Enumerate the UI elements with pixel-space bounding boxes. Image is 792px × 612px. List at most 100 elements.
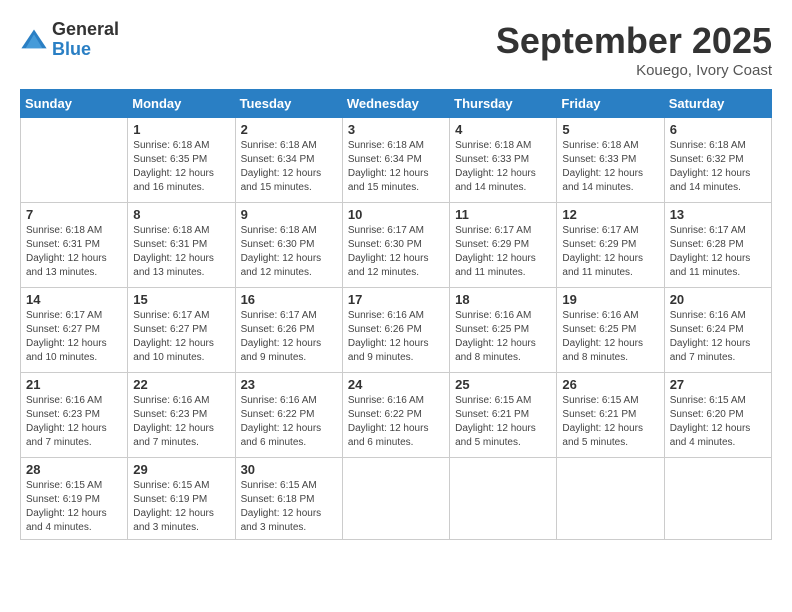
day-number: 19 (562, 292, 658, 307)
week-row-3: 14 Sunrise: 6:17 AMSunset: 6:27 PMDayligh… (21, 288, 772, 373)
day-number: 23 (241, 377, 337, 392)
month-title: September 2025 (496, 20, 772, 62)
day-number: 6 (670, 122, 766, 137)
calendar-cell: 21 Sunrise: 6:16 AMSunset: 6:23 PMDayligh… (21, 373, 128, 458)
day-info: Sunrise: 6:18 AMSunset: 6:34 PMDaylight:… (241, 139, 337, 195)
day-info: Sunrise: 6:15 AMSunset: 6:18 PMDaylight:… (241, 479, 337, 535)
day-info: Sunrise: 6:16 AMSunset: 6:23 PMDaylight:… (26, 394, 122, 450)
calendar-cell: 1 Sunrise: 6:18 AMSunset: 6:35 PMDaylight… (128, 118, 235, 203)
calendar-cell: 16Sunrise: 6:17 AMSunset: 6:26 PMDayligh… (235, 288, 342, 373)
day-number: 26 (562, 377, 658, 392)
day-number: 24 (348, 377, 444, 392)
calendar-cell: 18Sunrise: 6:16 AMSunset: 6:25 PMDayligh… (450, 288, 557, 373)
calendar-cell: 7 Sunrise: 6:18 AMSunset: 6:31 PMDaylight… (21, 203, 128, 288)
day-number: 18 (455, 292, 551, 307)
day-number: 21 (26, 377, 122, 392)
calendar-cell: 17Sunrise: 6:16 AMSunset: 6:26 PMDayligh… (342, 288, 449, 373)
day-info: Sunrise: 6:18 AMSunset: 6:31 PMDaylight:… (133, 224, 229, 280)
calendar-cell: 19 Sunrise: 6:16 AMSunset: 6:25 PMDayligh… (557, 288, 664, 373)
day-info: Sunrise: 6:15 AMSunset: 6:20 PMDaylight:… (670, 394, 766, 450)
day-number: 27 (670, 377, 766, 392)
day-info: Sunrise: 6:18 AMSunset: 6:31 PMDaylight:… (26, 224, 122, 280)
week-row-1: 1 Sunrise: 6:18 AMSunset: 6:35 PMDaylight… (21, 118, 772, 203)
day-info: Sunrise: 6:17 AMSunset: 6:27 PMDaylight:… (26, 309, 122, 365)
day-info: Sunrise: 6:16 AMSunset: 6:22 PMDaylight:… (241, 394, 337, 450)
weekday-header-tuesday: Tuesday (235, 90, 342, 118)
calendar-cell: 6Sunrise: 6:18 AMSunset: 6:32 PMDaylight… (664, 118, 771, 203)
weekday-header-wednesday: Wednesday (342, 90, 449, 118)
calendar-cell (21, 118, 128, 203)
calendar-cell: 8 Sunrise: 6:18 AMSunset: 6:31 PMDaylight… (128, 203, 235, 288)
calendar-cell: 2 Sunrise: 6:18 AMSunset: 6:34 PMDaylight… (235, 118, 342, 203)
location: Kouego, Ivory Coast (496, 62, 772, 79)
calendar-cell: 29 Sunrise: 6:15 AMSunset: 6:19 PMDayligh… (128, 458, 235, 540)
day-number: 12 (562, 207, 658, 222)
calendar-cell (557, 458, 664, 540)
day-info: Sunrise: 6:15 AMSunset: 6:19 PMDaylight:… (133, 479, 229, 535)
day-number: 7 (26, 207, 122, 222)
day-info: Sunrise: 6:16 AMSunset: 6:25 PMDaylight:… (562, 309, 658, 365)
calendar-cell: 5 Sunrise: 6:18 AMSunset: 6:33 PMDaylight… (557, 118, 664, 203)
day-number: 13 (670, 207, 766, 222)
day-info: Sunrise: 6:15 AMSunset: 6:19 PMDaylight:… (26, 479, 122, 535)
day-info: Sunrise: 6:17 AMSunset: 6:29 PMDaylight:… (562, 224, 658, 280)
day-info: Sunrise: 6:17 AMSunset: 6:28 PMDaylight:… (670, 224, 766, 280)
calendar-cell: 22Sunrise: 6:16 AMSunset: 6:23 PMDayligh… (128, 373, 235, 458)
weekday-header-friday: Friday (557, 90, 664, 118)
calendar-cell: 10Sunrise: 6:17 AMSunset: 6:30 PMDayligh… (342, 203, 449, 288)
day-number: 3 (348, 122, 444, 137)
day-number: 14 (26, 292, 122, 307)
weekday-header-thursday: Thursday (450, 90, 557, 118)
week-row-5: 28 Sunrise: 6:15 AMSunset: 6:19 PMDayligh… (21, 458, 772, 540)
title-block: September 2025 Kouego, Ivory Coast (496, 20, 772, 79)
day-number: 2 (241, 122, 337, 137)
week-row-2: 7 Sunrise: 6:18 AMSunset: 6:31 PMDaylight… (21, 203, 772, 288)
calendar-cell (450, 458, 557, 540)
calendar-cell: 24 Sunrise: 6:16 AMSunset: 6:22 PMDayligh… (342, 373, 449, 458)
day-number: 8 (133, 207, 229, 222)
calendar-cell: 15 Sunrise: 6:17 AMSunset: 6:27 PMDayligh… (128, 288, 235, 373)
day-number: 28 (26, 462, 122, 477)
calendar-cell: 4Sunrise: 6:18 AMSunset: 6:33 PMDaylight… (450, 118, 557, 203)
day-info: Sunrise: 6:16 AMSunset: 6:26 PMDaylight:… (348, 309, 444, 365)
day-number: 15 (133, 292, 229, 307)
logo-text: General Blue (52, 20, 119, 60)
calendar-cell: 25 Sunrise: 6:15 AMSunset: 6:21 PMDayligh… (450, 373, 557, 458)
day-number: 25 (455, 377, 551, 392)
day-number: 22 (133, 377, 229, 392)
calendar-cell: 27 Sunrise: 6:15 AMSunset: 6:20 PMDayligh… (664, 373, 771, 458)
day-info: Sunrise: 6:18 AMSunset: 6:30 PMDaylight:… (241, 224, 337, 280)
day-info: Sunrise: 6:16 AMSunset: 6:22 PMDaylight:… (348, 394, 444, 450)
day-info: Sunrise: 6:15 AMSunset: 6:21 PMDaylight:… (562, 394, 658, 450)
page-header: General Blue September 2025 Kouego, Ivor… (20, 20, 772, 79)
calendar-cell (342, 458, 449, 540)
day-number: 1 (133, 122, 229, 137)
logo-line1: General (52, 20, 119, 40)
calendar: SundayMondayTuesdayWednesdayThursdayFrid… (20, 89, 772, 540)
day-number: 5 (562, 122, 658, 137)
weekday-header-monday: Monday (128, 90, 235, 118)
day-number: 9 (241, 207, 337, 222)
week-row-4: 21 Sunrise: 6:16 AMSunset: 6:23 PMDayligh… (21, 373, 772, 458)
calendar-cell: 14 Sunrise: 6:17 AMSunset: 6:27 PMDayligh… (21, 288, 128, 373)
day-info: Sunrise: 6:17 AMSunset: 6:27 PMDaylight:… (133, 309, 229, 365)
calendar-cell (664, 458, 771, 540)
day-info: Sunrise: 6:18 AMSunset: 6:33 PMDaylight:… (562, 139, 658, 195)
weekday-header-row: SundayMondayTuesdayWednesdayThursdayFrid… (21, 90, 772, 118)
calendar-cell: 11Sunrise: 6:17 AMSunset: 6:29 PMDayligh… (450, 203, 557, 288)
calendar-cell: 28 Sunrise: 6:15 AMSunset: 6:19 PMDayligh… (21, 458, 128, 540)
calendar-cell: 30Sunrise: 6:15 AMSunset: 6:18 PMDayligh… (235, 458, 342, 540)
calendar-cell: 23 Sunrise: 6:16 AMSunset: 6:22 PMDayligh… (235, 373, 342, 458)
day-number: 11 (455, 207, 551, 222)
day-number: 29 (133, 462, 229, 477)
calendar-cell: 12 Sunrise: 6:17 AMSunset: 6:29 PMDayligh… (557, 203, 664, 288)
weekday-header-saturday: Saturday (664, 90, 771, 118)
day-number: 20 (670, 292, 766, 307)
day-info: Sunrise: 6:15 AMSunset: 6:21 PMDaylight:… (455, 394, 551, 450)
calendar-cell: 9 Sunrise: 6:18 AMSunset: 6:30 PMDaylight… (235, 203, 342, 288)
day-info: Sunrise: 6:18 AMSunset: 6:35 PMDaylight:… (133, 139, 229, 195)
logo-line2: Blue (52, 40, 119, 60)
day-info: Sunrise: 6:17 AMSunset: 6:30 PMDaylight:… (348, 224, 444, 280)
logo: General Blue (20, 20, 119, 60)
calendar-cell: 3Sunrise: 6:18 AMSunset: 6:34 PMDaylight… (342, 118, 449, 203)
